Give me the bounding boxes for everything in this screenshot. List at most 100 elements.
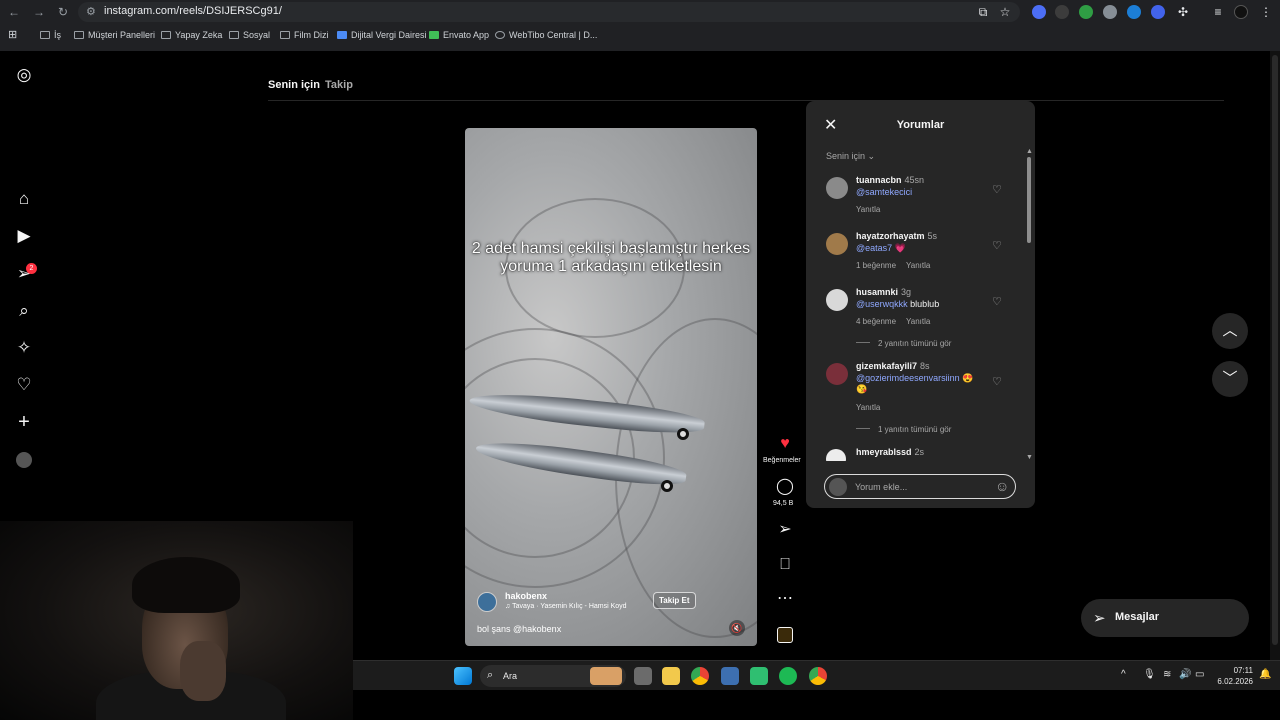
comment-username[interactable]: hayatzorhayatm 5s (856, 231, 937, 241)
extension-icon[interactable] (1103, 5, 1117, 19)
search-icon[interactable]: ⌕ (14, 301, 34, 321)
more-options-icon[interactable]: ⋯ (775, 590, 795, 608)
bookmark-folder[interactable]: İş (40, 30, 61, 40)
comment-username[interactable]: husamnki 3g (856, 287, 911, 297)
wifi-icon[interactable]: ≋ (1163, 669, 1171, 680)
extension-icon[interactable] (1151, 5, 1165, 19)
taskbar-clock[interactable]: 07:11 6.02.2026 (1215, 665, 1253, 687)
view-replies-link[interactable]: 2 yanıtın tümünü gör (856, 339, 951, 348)
task-view-icon[interactable] (634, 667, 652, 685)
commenter-avatar[interactable] (826, 363, 848, 385)
site-info-icon[interactable]: ⚙ (86, 5, 96, 18)
comments-sort-dropdown[interactable]: Senin için ⌄ (826, 151, 875, 162)
commenter-avatar[interactable] (826, 177, 848, 199)
comment-username[interactable]: gizemkafayili7 8s (856, 361, 930, 371)
comments-count: 94,5 B (773, 500, 794, 507)
comment-like-icon[interactable]: ♡ (992, 239, 1002, 252)
profile-icon[interactable] (1234, 5, 1248, 19)
comment-input[interactable] (855, 479, 993, 495)
extensions-puzzle-icon[interactable]: ✣ (1175, 4, 1191, 20)
extension-icon[interactable] (1127, 5, 1141, 19)
like-heart-icon[interactable]: ♥ (775, 435, 795, 453)
bookmark-star-icon[interactable]: ☆ (997, 4, 1013, 20)
tab-search-icon[interactable]: ≡ (1210, 4, 1226, 20)
app-icon[interactable] (750, 667, 768, 685)
windows-start-icon[interactable] (454, 667, 472, 685)
forward-icon[interactable]: → (31, 4, 47, 20)
scroll-up-icon[interactable]: ▲ (1026, 148, 1033, 155)
profile-avatar[interactable] (14, 450, 34, 470)
spotify-icon[interactable] (779, 667, 797, 685)
music-info[interactable]: ♫ Tavaya · Yasemin Kılıç - Hamsi Koyd (505, 603, 627, 610)
menu-icon[interactable]: ⋮ (1258, 4, 1274, 20)
comment-icon[interactable]: ◯ (775, 478, 795, 496)
reel-video[interactable]: 2 adet hamsi çekilişi başlamıştır herkes… (465, 128, 757, 646)
reload-icon[interactable]: ↻ (55, 4, 71, 20)
comment-like-icon[interactable]: ♡ (992, 183, 1002, 196)
bookmark-folder[interactable]: Film Dizi (280, 30, 329, 40)
bookmark-link[interactable]: Envato App (429, 30, 489, 40)
chrome-icon[interactable] (809, 667, 827, 685)
reply-link[interactable]: Yanıtla (906, 317, 930, 326)
view-replies-link[interactable]: 1 yanıtın tümünü gör (856, 425, 951, 434)
bookmark-link[interactable]: Dijital Vergi Dairesi (337, 30, 427, 40)
bookmark-folder[interactable]: Sosyal (229, 30, 270, 40)
shield-extension-icon[interactable] (1079, 5, 1093, 19)
address-bar[interactable]: ⚙ instagram.com/reels/DSIJERSCg91/ (78, 2, 1020, 22)
apps-grid-icon[interactable]: ⊞ (8, 28, 17, 41)
tab-following[interactable]: Takip (325, 79, 353, 91)
author-avatar[interactable] (477, 592, 497, 612)
save-bookmark-icon[interactable]: ⎕ (775, 556, 795, 574)
reels-icon[interactable]: ▶ (14, 226, 34, 246)
messages-button[interactable]: ➢ Mesajlar (1081, 599, 1249, 637)
microphone-icon[interactable]: 🎙 (1143, 669, 1156, 680)
comments-scrollbar[interactable] (1027, 157, 1031, 243)
comment-username[interactable]: hmeyrablssd 2s (856, 447, 924, 457)
mute-icon[interactable]: 🔇 (729, 620, 745, 636)
explore-icon[interactable]: ✧ (14, 338, 34, 358)
author-username[interactable]: hakobenx (505, 591, 547, 601)
tab-for-you[interactable]: Senin için (268, 79, 320, 91)
reply-link[interactable]: Yanıtla (856, 403, 880, 412)
commenter-avatar[interactable] (826, 449, 846, 461)
battery-icon[interactable]: ▭ (1195, 669, 1204, 680)
comment-meta: Yanıtla (856, 403, 880, 412)
notifications-icon[interactable]: 🔔 (1259, 669, 1271, 680)
next-reel-button[interactable]: ﹀ (1212, 361, 1248, 397)
previous-reel-button[interactable]: ︿ (1212, 313, 1248, 349)
back-icon[interactable]: ← (6, 4, 22, 20)
bookmark-folder[interactable]: Yapay Zeka (161, 30, 222, 40)
tray-chevron-icon[interactable]: ^ (1121, 669, 1126, 680)
install-app-icon[interactable]: ⧉ (975, 4, 991, 20)
share-icon[interactable]: ➢ (775, 521, 795, 539)
commenter-avatar[interactable] (826, 233, 848, 255)
scroll-down-icon[interactable]: ▼ (1026, 454, 1033, 461)
follow-button[interactable]: Takip Et (653, 592, 696, 609)
create-icon[interactable]: + (14, 412, 34, 432)
comment-like-icon[interactable]: ♡ (992, 375, 1002, 388)
reply-link[interactable]: Yanıtla (856, 205, 880, 214)
taskbar-search[interactable]: ⌕ Ara (480, 665, 626, 687)
reply-link[interactable]: Yanıtla (906, 261, 930, 270)
bookmark-folder[interactable]: Müşteri Panelleri (74, 30, 155, 40)
volume-icon[interactable]: 🔊 (1179, 669, 1191, 680)
home-icon[interactable]: ⌂ (14, 189, 34, 209)
folder-icon (40, 31, 50, 39)
commenter-avatar[interactable] (826, 289, 848, 311)
app-icon[interactable] (721, 667, 739, 685)
comment-like-icon[interactable]: ♡ (992, 295, 1002, 308)
extension-icon[interactable] (1055, 5, 1069, 19)
comment-username[interactable]: tuannacbn 45sn (856, 175, 924, 185)
fish-eye (661, 480, 673, 492)
audio-thumbnail[interactable] (777, 627, 793, 643)
likes-label: Beğenmeler (763, 457, 801, 464)
instagram-logo-icon[interactable]: ◎ (14, 65, 34, 85)
chrome-icon[interactable] (691, 667, 709, 685)
extension-icon[interactable] (1032, 5, 1046, 19)
file-explorer-icon[interactable] (662, 667, 680, 685)
emoji-icon[interactable]: ☺ (995, 478, 1009, 494)
bookmark-link[interactable]: WebTibo Central | D... (495, 30, 597, 40)
heart-icon[interactable]: ♡ (14, 375, 34, 395)
comments-title: Yorumlar (896, 119, 945, 131)
page-scrollbar[interactable] (1272, 55, 1278, 645)
